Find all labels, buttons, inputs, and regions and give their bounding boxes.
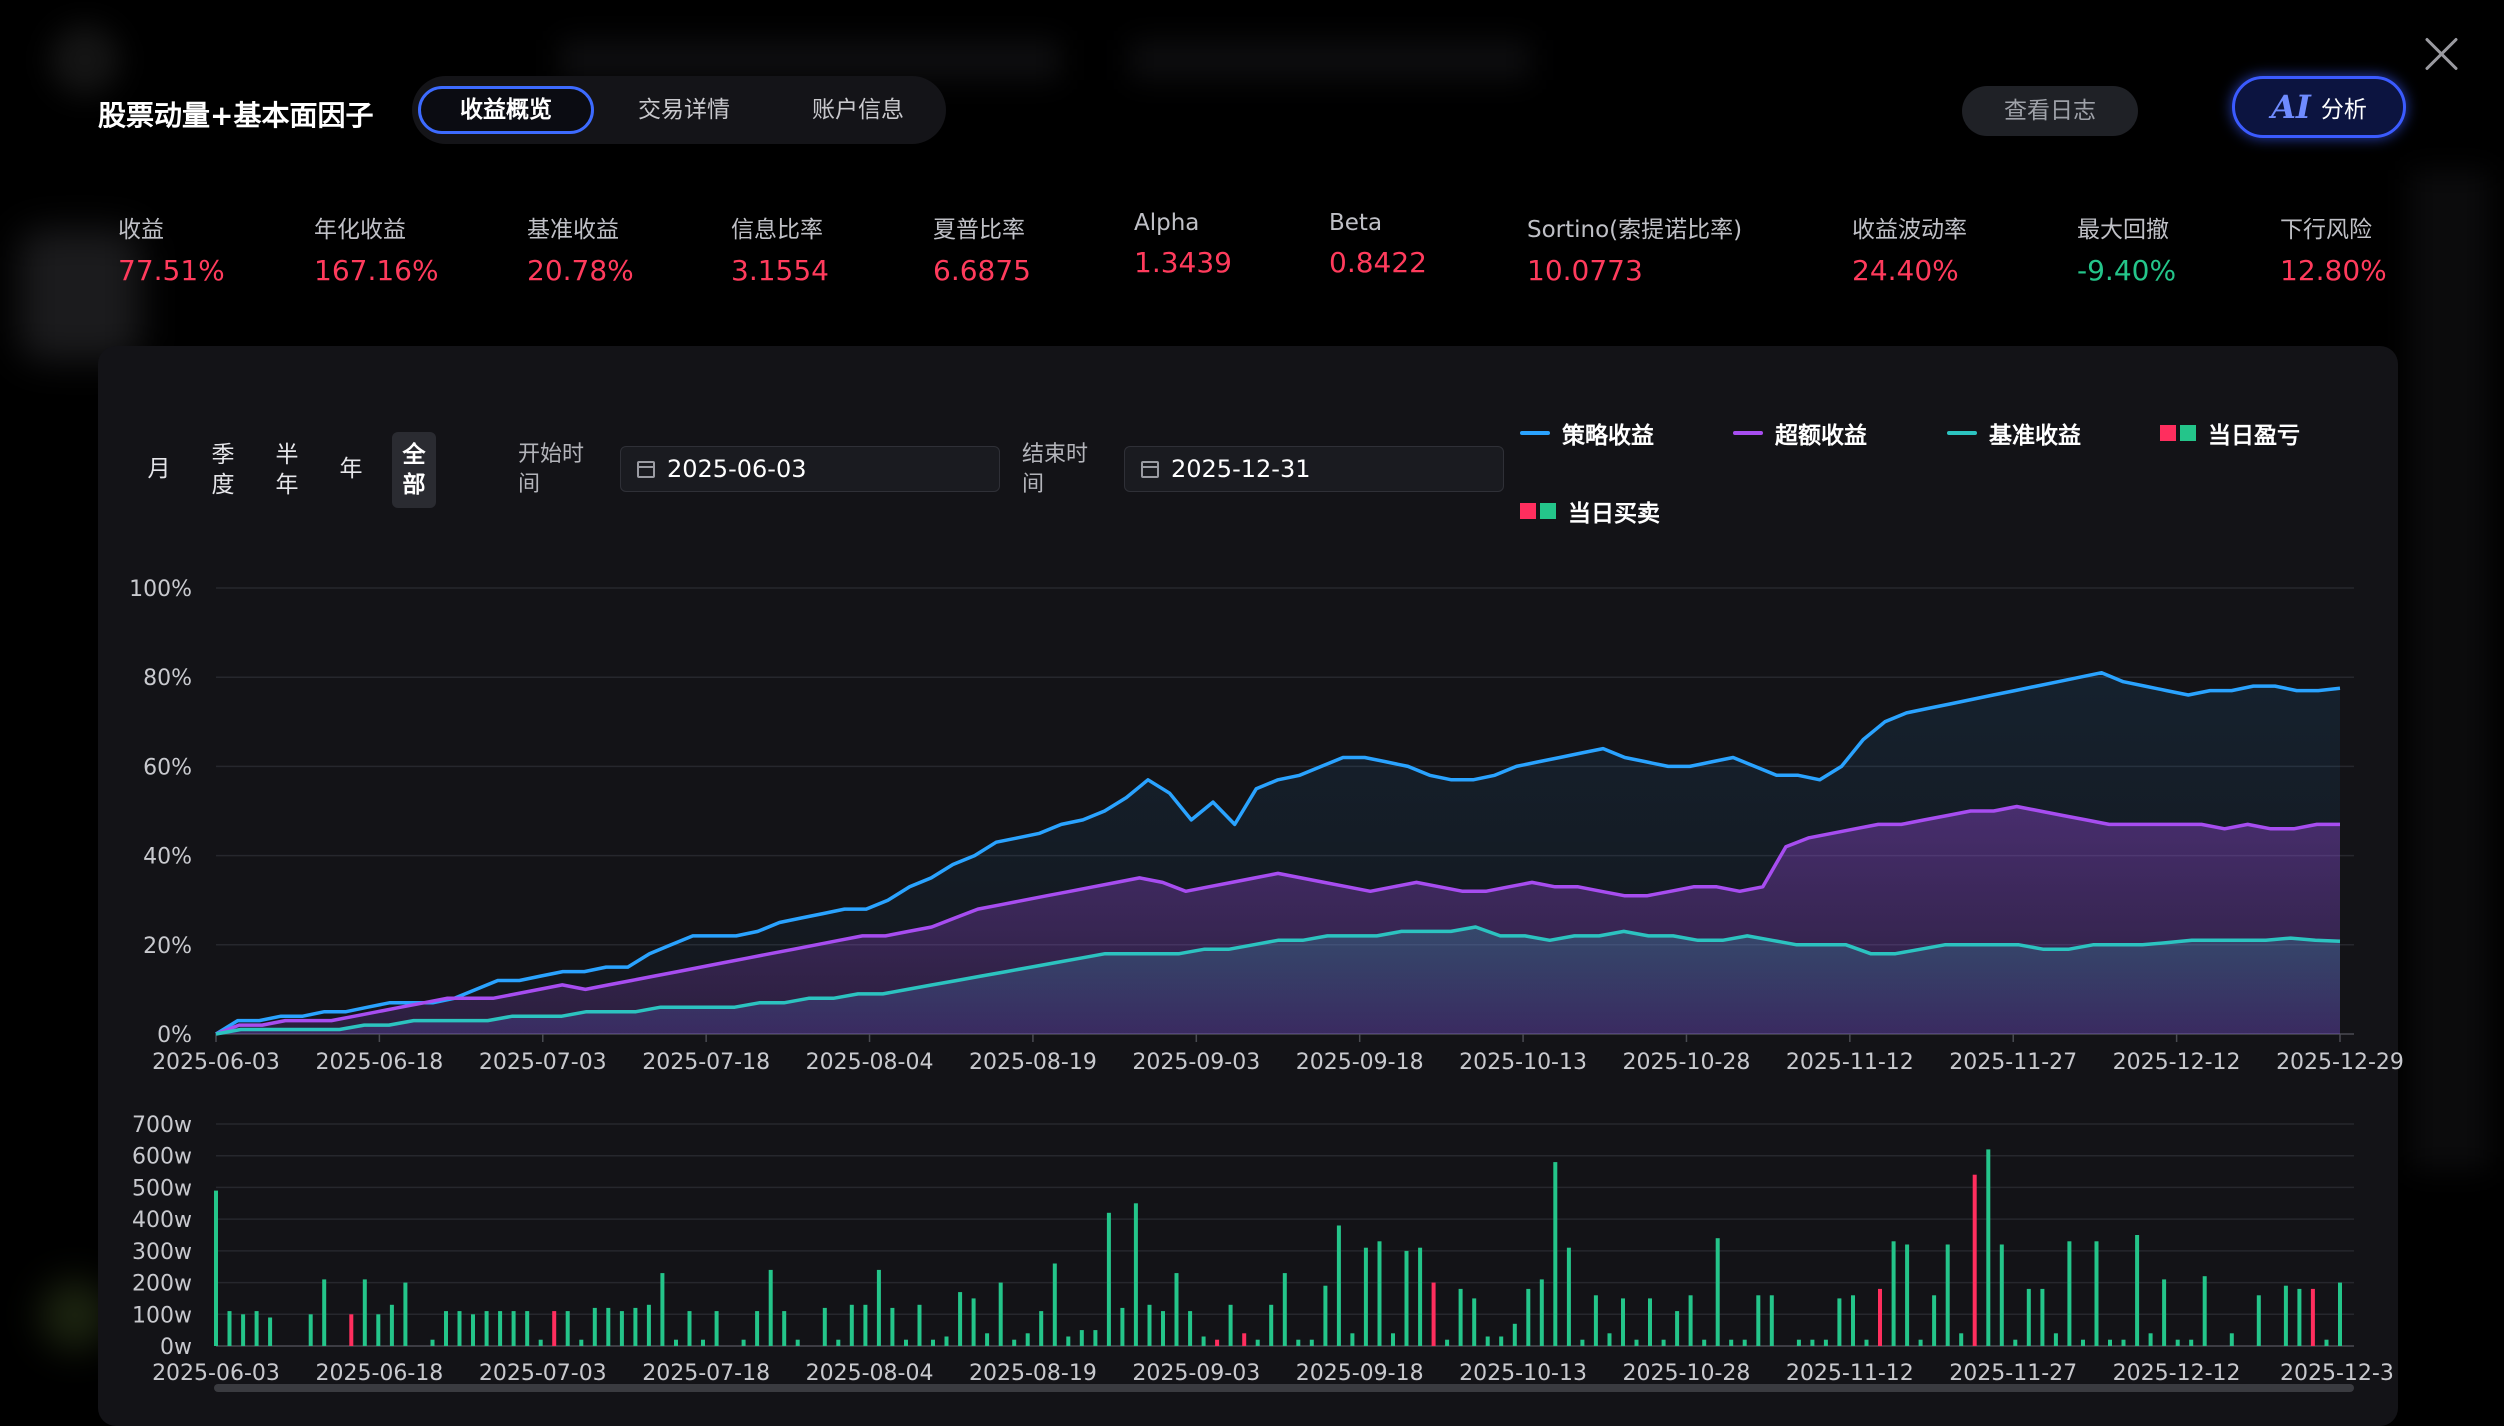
metric-label: Sortino(索提诺比率) [1527, 217, 1743, 243]
end-date-value: 2025-12-31 [1171, 455, 1311, 483]
metric-label: 最大回撤 [2077, 217, 2169, 243]
period-half-year[interactable]: 半 年 [272, 440, 302, 500]
ai-analysis-label: 分析 [2320, 97, 2367, 123]
metric-label: 收益 [118, 217, 164, 243]
metric-value: 77.51% [118, 254, 225, 287]
legend-benchmark-return[interactable]: 基准收益 [1947, 416, 2081, 450]
period-label: 度 [211, 472, 235, 498]
metric-max-drawdown: 最大回撤 -9.40% [2077, 210, 2176, 287]
strategy-title: 股票动量+基本面因子 [98, 99, 374, 132]
tab-bar: 收益概览 交易详情 账户信息 [412, 76, 946, 144]
legend-excess-return[interactable]: 超额收益 [1733, 416, 1867, 450]
start-date-label-line: 开始时 [518, 442, 585, 467]
calendar-icon [637, 460, 655, 478]
metric-label: 夏普比率 [933, 217, 1025, 243]
metric-label: 信息比率 [731, 217, 823, 243]
metric-value: 167.16% [314, 254, 439, 287]
end-date-input[interactable]: 2025-12-31 [1124, 446, 1504, 492]
period-label: 部 [402, 472, 426, 498]
metric-sharpe-ratio: 夏普比率 6.6875 [933, 210, 1031, 287]
period-year[interactable]: 年 [336, 454, 366, 484]
legend-label: 当日盈亏 [2208, 423, 2300, 449]
end-date-label-line: 结束时 [1022, 442, 1089, 467]
metric-sortino: Sortino(索提诺比率) 10.0773 [1527, 210, 1742, 287]
tab-account-info[interactable]: 账户信息 [782, 86, 934, 134]
end-date-label: 结束时 间 [1022, 440, 1088, 500]
legend-square-swatch [2160, 425, 2196, 441]
period-all[interactable]: 全 部 [392, 432, 436, 508]
legend-strategy-return[interactable]: 策略收益 [1520, 416, 1654, 450]
ai-analysis-button[interactable]: AI 分析 [2232, 76, 2406, 138]
legend-label: 当日买卖 [1568, 501, 1660, 527]
metric-value: 12.80% [2280, 254, 2387, 287]
calendar-icon [1141, 460, 1159, 478]
metric-value: 1.3439 [1134, 246, 1232, 279]
metric-value: 0.8422 [1329, 246, 1427, 279]
metric-value: 6.6875 [933, 254, 1031, 287]
period-label: 季 [211, 442, 235, 468]
metric-value: -9.40% [2077, 254, 2177, 287]
metric-alpha: Alpha 1.3439 [1134, 210, 1232, 279]
metric-label: Beta [1329, 210, 1383, 236]
metric-return: 收益 77.51% [118, 210, 225, 287]
metric-value: 20.78% [527, 254, 634, 287]
legend-label: 策略收益 [1562, 423, 1654, 449]
period-label: 月 [147, 456, 171, 482]
period-label: 半 [275, 442, 299, 468]
period-label: 年 [275, 472, 299, 498]
start-date-label-line: 间 [518, 472, 541, 497]
close-icon[interactable] [2420, 32, 2464, 76]
chart-scrollbar[interactable] [214, 1384, 2354, 1392]
metric-label: 下行风险 [2280, 217, 2372, 243]
period-label: 全 [402, 442, 426, 468]
view-log-button[interactable]: 查看日志 [1962, 86, 2138, 136]
legend-line-swatch [1733, 431, 1763, 435]
metric-label: 年化收益 [314, 217, 406, 243]
period-month[interactable]: 月 [144, 454, 174, 484]
legend-label: 基准收益 [1989, 423, 2081, 449]
start-date-input[interactable]: 2025-06-03 [620, 446, 1000, 492]
tab-trade-details[interactable]: 交易详情 [608, 86, 760, 134]
metric-label: 基准收益 [527, 217, 619, 243]
metric-label: Alpha [1134, 210, 1200, 236]
period-quarter[interactable]: 季 度 [208, 440, 238, 500]
metric-volatility: 收益波动率 24.40% [1852, 210, 1967, 287]
chart-panel [98, 346, 2398, 1426]
start-date-label: 开始时 间 [518, 440, 584, 500]
legend-line-swatch [1520, 431, 1550, 435]
legend-label: 超额收益 [1775, 423, 1867, 449]
legend-square-swatch [1520, 503, 1556, 519]
ai-icon: AI [2271, 88, 2311, 126]
tab-return-overview[interactable]: 收益概览 [418, 86, 594, 134]
period-label: 年 [339, 456, 363, 482]
end-date-label-line: 间 [1022, 472, 1045, 497]
metric-label: 收益波动率 [1852, 217, 1967, 243]
metric-annual-return: 年化收益 167.16% [314, 210, 439, 287]
metric-benchmark-return: 基准收益 20.78% [527, 210, 634, 287]
metric-value: 3.1554 [731, 254, 829, 287]
metric-information-ratio: 信息比率 3.1554 [731, 210, 829, 287]
legend-daily-trades[interactable]: 当日买卖 [1520, 494, 1660, 528]
metric-downside-risk: 下行风险 12.80% [2280, 210, 2387, 287]
metric-beta: Beta 0.8422 [1329, 210, 1427, 279]
legend-daily-pnl[interactable]: 当日盈亏 [2160, 416, 2300, 450]
metric-value: 10.0773 [1527, 254, 1643, 287]
metric-value: 24.40% [1852, 254, 1959, 287]
legend-line-swatch [1947, 431, 1977, 435]
start-date-value: 2025-06-03 [667, 455, 807, 483]
